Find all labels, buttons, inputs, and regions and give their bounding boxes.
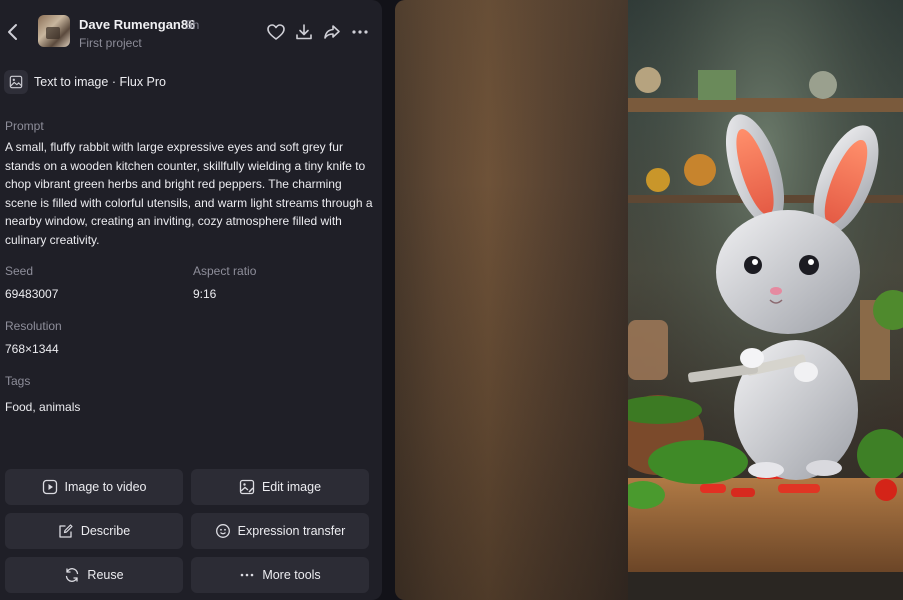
model-row: Text to image · Flux Pro [4,69,166,95]
header: Dave Rumengan86 5h First project [0,0,382,64]
describe-icon [58,523,74,539]
describe-label: Describe [80,524,131,538]
image-icon [4,70,28,94]
edit-image-icon [239,479,255,495]
post-time: 5h [186,18,200,32]
describe-button[interactable]: Describe [5,513,183,549]
more-tools-label: More tools [262,568,321,582]
reuse-label: Reuse [87,568,124,582]
refresh-icon [64,567,80,583]
prompt-label: Prompt [5,119,44,133]
share-icon[interactable] [322,22,342,42]
more-icon[interactable] [350,22,370,42]
reuse-button[interactable]: Reuse [5,557,183,593]
model-label: Text to image · Flux Pro [34,75,166,89]
expression-transfer-button[interactable]: Expression transfer [191,513,369,549]
expression-transfer-label: Expression transfer [237,524,346,538]
edit-image-button[interactable]: Edit image [191,469,369,505]
image-to-video-button[interactable]: Image to video [5,469,183,505]
aspect-ratio-label: Aspect ratio [193,264,257,278]
more-tools-button[interactable]: More tools [191,557,369,593]
back-arrow-icon[interactable] [6,22,20,42]
edit-image-label: Edit image [261,480,322,494]
rabbit-illustration [628,0,903,600]
details-panel: Dave Rumengan86 5h First project Text to… [0,0,382,600]
image-to-video-label: Image to video [64,480,147,494]
play-icon [42,479,58,495]
tags-label: Tags [5,374,31,388]
avatar[interactable] [38,15,70,47]
resolution-value: 768×1344 [5,342,59,356]
prompt-text: A small, fluffy rabbit with large expres… [5,140,373,247]
heart-icon[interactable] [266,22,286,42]
resolution-label: Resolution [5,319,62,333]
username[interactable]: Dave Rumengan86 [79,17,195,32]
seed-label: Seed [5,264,34,278]
smiley-icon [215,523,231,539]
generated-image[interactable] [628,0,903,600]
seed-value: 69483007 [5,287,59,301]
project-name[interactable]: First project [79,36,142,50]
download-icon[interactable] [294,22,314,42]
more-dots-icon [239,567,255,583]
aspect-ratio-value: 9:16 [193,287,217,301]
blurred-preview [395,0,628,600]
tags-value: Food, animals [5,400,81,414]
